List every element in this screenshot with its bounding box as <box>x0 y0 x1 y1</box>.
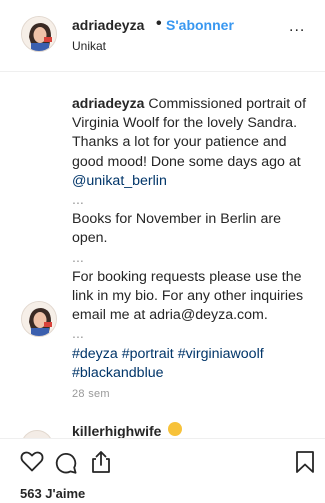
reply-comment: killerhighwife <box>0 420 325 438</box>
more-options-button[interactable]: ... <box>289 18 305 36</box>
caption-first-paragraph: adriadeyza Commissioned portrait of Virg… <box>72 94 320 191</box>
caption-username[interactable]: adriadeyza <box>72 95 144 111</box>
portrait-avatar-icon <box>22 17 56 51</box>
likes-count[interactable]: 563 J'aime <box>20 486 85 501</box>
hashtags: #deyza #portrait #virginiawoolf #blackan… <box>72 345 320 383</box>
caption-gap: ... <box>72 326 84 343</box>
follow-button[interactable]: S'abonner <box>166 17 234 33</box>
caption-gap: ... <box>72 249 84 266</box>
header-username[interactable]: adriadeyza <box>72 17 144 33</box>
reply-username[interactable]: killerhighwife <box>72 423 161 438</box>
heart-icon[interactable] <box>20 450 44 472</box>
header-location[interactable]: Unikat <box>72 39 106 53</box>
caption-november: Books for November in Berlin are open. <box>72 211 281 247</box>
action-bar: 563 J'aime <box>0 438 325 503</box>
hashtag-link[interactable]: #virginiawoolf <box>178 346 264 362</box>
caption-booking: For booking requests please use the link… <box>72 268 304 324</box>
post-timestamp[interactable]: 28 sem <box>72 388 110 400</box>
bookmark-icon[interactable] <box>295 450 315 474</box>
header-avatar[interactable] <box>21 16 57 52</box>
smiling-face-emoji-icon <box>168 422 182 436</box>
portrait-avatar-icon <box>22 302 56 336</box>
caption-avatar[interactable] <box>21 301 57 337</box>
share-icon[interactable] <box>89 450 113 474</box>
comments-section: adriadeyza Commissioned portrait of Virg… <box>0 72 325 432</box>
header-separator: • <box>156 15 162 32</box>
hashtag-link[interactable]: #portrait <box>122 346 174 362</box>
mention-link[interactable]: @unikat_berlin <box>72 173 167 189</box>
comment-icon[interactable] <box>54 451 78 475</box>
caption-gap: ... <box>72 192 84 209</box>
reply-avatar[interactable] <box>21 430 53 438</box>
hashtag-link[interactable]: #blackandblue <box>72 365 164 381</box>
post-header: adriadeyza • S'abonner Unikat ... <box>0 0 325 72</box>
post-caption: adriadeyza Commissioned portrait of Virg… <box>72 94 320 383</box>
hashtag-link[interactable]: #deyza <box>72 346 118 362</box>
